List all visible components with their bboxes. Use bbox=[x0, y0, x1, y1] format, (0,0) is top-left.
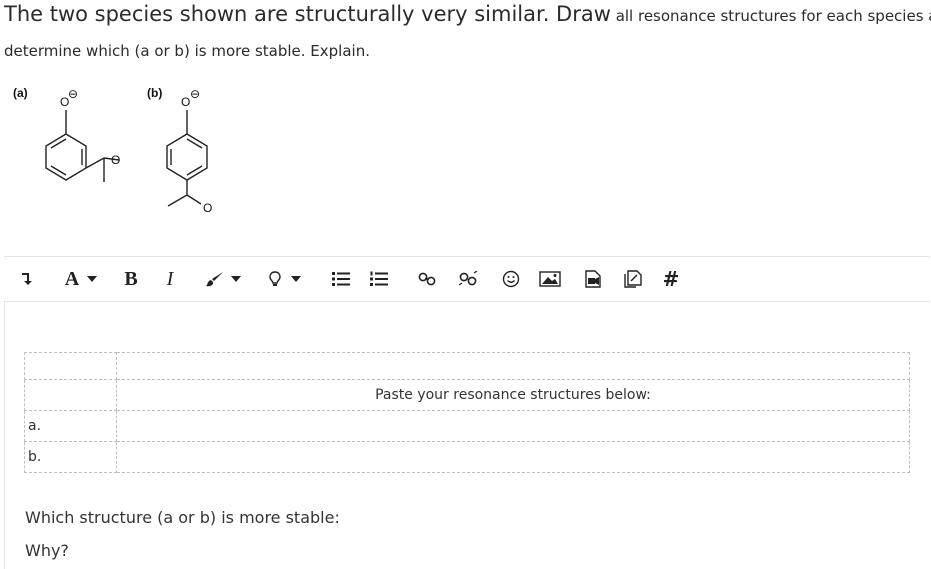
molecule-b-oxygen-1: O bbox=[181, 95, 190, 109]
smiley-icon bbox=[502, 270, 520, 288]
why-question: Why? bbox=[25, 541, 69, 560]
text-color-button[interactable] bbox=[200, 257, 246, 301]
molecule-b-oxygen-2: O bbox=[203, 201, 212, 215]
caret-down-icon bbox=[291, 276, 301, 282]
table-cell[interactable] bbox=[116, 441, 910, 473]
table-row: b. bbox=[24, 441, 910, 473]
question-text-large: The two species shown are structurally v… bbox=[4, 2, 611, 26]
molecule-b-label: (b) bbox=[147, 86, 163, 100]
emoji-button[interactable] bbox=[500, 257, 522, 301]
editor-toolbar: A B I # bbox=[4, 256, 930, 302]
bold-label: B bbox=[124, 267, 138, 290]
italic-label: I bbox=[166, 267, 174, 290]
caret-down-icon bbox=[87, 276, 98, 282]
molecule-b-structure: O ⊖ O bbox=[166, 87, 212, 215]
molecule-b: (b) O ⊖ O bbox=[142, 82, 252, 222]
media-icon bbox=[585, 270, 601, 288]
equation-button[interactable]: # bbox=[660, 257, 682, 301]
bulb-icon bbox=[269, 271, 281, 286]
stability-question: Which structure (a or b) is more stable: bbox=[25, 508, 340, 527]
bullet-list-icon bbox=[332, 272, 350, 286]
brush-icon bbox=[206, 272, 223, 287]
unlink-icon bbox=[458, 271, 478, 286]
insert-media-button[interactable] bbox=[582, 257, 604, 301]
image-icon bbox=[539, 271, 561, 287]
table-row: a. bbox=[24, 410, 910, 442]
table-row: Paste your resonance structures below: bbox=[24, 379, 910, 411]
molecule-a-structure: O ⊖ O bbox=[45, 87, 120, 182]
numbered-list-icon bbox=[370, 271, 388, 286]
highlight-button[interactable] bbox=[264, 257, 306, 301]
row-label-b[interactable]: b. bbox=[24, 441, 117, 473]
unordered-list-button[interactable] bbox=[330, 257, 352, 301]
hash-icon: # bbox=[662, 267, 680, 291]
font-size-label: A bbox=[64, 267, 80, 290]
link-icon bbox=[418, 272, 436, 286]
molecule-a-charge: ⊖ bbox=[68, 87, 78, 101]
italic-button[interactable]: I bbox=[160, 257, 180, 301]
question-line-2: determine which (a or b) is more stable.… bbox=[4, 42, 370, 60]
bold-button[interactable]: B bbox=[120, 257, 142, 301]
table-cell[interactable] bbox=[116, 352, 910, 380]
collapse-toolbar-button[interactable] bbox=[16, 257, 36, 301]
molecule-b-charge: ⊖ bbox=[190, 87, 200, 101]
table-header-cell[interactable]: Paste your resonance structures below: bbox=[116, 379, 910, 411]
rich-text-editor[interactable]: Paste your resonance structures below: a… bbox=[4, 300, 931, 569]
table-cell[interactable] bbox=[24, 379, 117, 411]
molecule-a: (a) O ⊖ O bbox=[8, 82, 128, 202]
molecule-a-oxygen-2: O bbox=[111, 153, 120, 167]
row-label-a[interactable]: a. bbox=[24, 410, 117, 442]
files-icon bbox=[624, 270, 642, 288]
caret-down-icon bbox=[231, 276, 241, 282]
table-cell[interactable] bbox=[24, 352, 117, 380]
insert-link-button[interactable] bbox=[416, 257, 438, 301]
arrow-down-icon bbox=[22, 273, 32, 285]
font-size-button[interactable]: A bbox=[58, 257, 104, 301]
manage-files-button[interactable] bbox=[622, 257, 644, 301]
question-line-1: The two species shown are structurally v… bbox=[4, 2, 931, 26]
resonance-table[interactable]: Paste your resonance structures below: a… bbox=[24, 352, 910, 473]
molecule-a-label: (a) bbox=[13, 86, 28, 100]
ordered-list-button[interactable] bbox=[368, 257, 390, 301]
unlink-button[interactable] bbox=[456, 257, 480, 301]
insert-image-button[interactable] bbox=[538, 257, 562, 301]
table-row bbox=[24, 352, 910, 380]
table-cell[interactable] bbox=[116, 410, 910, 442]
question-text-small: all resonance structures for each specie… bbox=[610, 7, 931, 25]
